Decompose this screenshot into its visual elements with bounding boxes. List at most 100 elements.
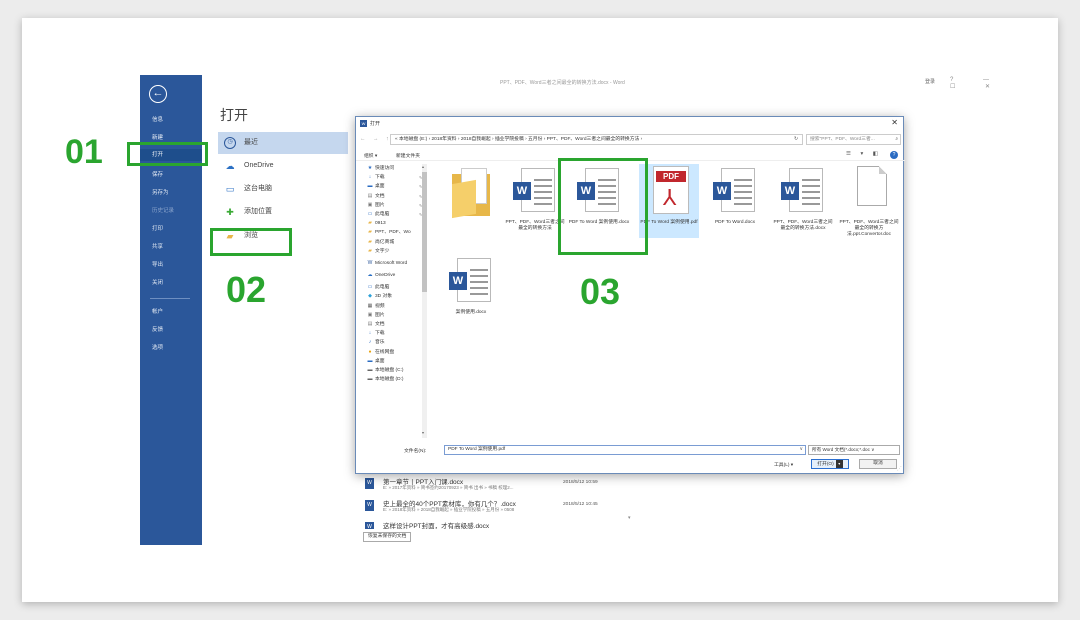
nav-pane-item[interactable]: ▰ 0913	[366, 219, 426, 228]
backstage-item-close[interactable]: 关闭	[152, 278, 163, 286]
close-icon[interactable]: ✕	[891, 118, 898, 127]
recent-doc-row[interactable]: W 第一章节丨PPT入门课.docx E: » 2017年资料 » 简书签约20…	[365, 475, 635, 497]
backstage-item-new[interactable]: 新建	[152, 133, 163, 141]
nav-pane-item[interactable]: ▣ 图片 ✎	[366, 201, 426, 210]
backstage-divider	[150, 298, 190, 299]
nav-pane-item[interactable]: ☁ OneDrive	[366, 271, 426, 280]
page-title: 打开	[220, 107, 248, 123]
location-this-pc[interactable]: ▭ 这台电脑	[218, 178, 348, 200]
search-input[interactable]: 搜索"PPT、PDF、Word三者... ⌕	[806, 134, 901, 145]
download-icon: ↓	[368, 330, 372, 337]
nav-pane-item[interactable]: ▤ 文档 ✎	[366, 192, 426, 201]
nav-pane-item[interactable]: ◆ 3D 对象	[366, 292, 426, 301]
word-doc-icon: W	[513, 164, 557, 216]
nav-pane-item[interactable]: ▰ 尚亿商城	[366, 238, 426, 247]
backstage-item-info[interactable]: 信息	[152, 115, 163, 123]
backstage-item-export[interactable]: 导出	[152, 260, 163, 268]
cloud-icon: ☁	[225, 161, 235, 171]
nav-pane-label: 桌面	[375, 184, 385, 190]
nav-pane-label: 桌面	[375, 358, 385, 364]
cancel-button[interactable]: 取消	[859, 459, 897, 469]
search-icon: ⌕	[895, 137, 898, 142]
nav-pane-scrollbar[interactable]: ▴ ▾	[422, 164, 427, 438]
nav-pane-item[interactable]: W Microsoft Word	[366, 259, 426, 268]
refresh-icon[interactable]: ↻	[794, 136, 798, 142]
window-title: PPT、PDF、Word三者之间最全的转换方法.docx - Word	[500, 80, 625, 86]
file-item[interactable]: W PPT、PDF、Word三者之间最全的转换方法	[504, 164, 566, 232]
nav-pane-item[interactable]: ● 在线网盘	[366, 348, 426, 357]
dialog-title: 打开	[370, 121, 381, 127]
nav-pane-item[interactable]: ↓ 下载	[366, 329, 426, 338]
help-icon[interactable]: ?	[890, 151, 898, 159]
open-button-label: 打开(O)	[817, 462, 834, 467]
recent-doc-date: 2018/5/12 10:59	[563, 480, 598, 485]
nav-arrows[interactable]: ← → ↑	[360, 136, 392, 142]
file-item[interactable]: W 案例使用.docx	[440, 254, 502, 316]
word-doc-icon: W	[365, 500, 374, 511]
file-item-folder[interactable]	[440, 164, 502, 220]
nav-pane-item[interactable]: ↓ 下载 ✎	[366, 173, 426, 182]
nav-pane-item[interactable]: ★ 快速访问	[366, 164, 426, 173]
nav-pane-item[interactable]: ▬ 桌面 ✎	[366, 182, 426, 191]
location-recent[interactable]: ◷ 最近	[218, 132, 348, 154]
dropdown-arrow-icon[interactable]: ▾	[835, 460, 843, 468]
word-doc-icon: W	[449, 254, 493, 306]
word-app-icon: W	[360, 120, 367, 128]
open-button[interactable]: 打开(O) ▾	[811, 459, 849, 469]
window-controls[interactable]: ? — ☐ ✕	[950, 77, 1027, 90]
nav-pane-item[interactable]: ▣ 图片	[366, 311, 426, 320]
nav-pane-item[interactable]: ▦ 视频	[366, 302, 426, 311]
download-icon: ↓	[368, 174, 372, 181]
nav-pane-item[interactable]: ▰ 文字少	[366, 247, 426, 256]
file-type-select[interactable]: 所有 Word 文档(*.docx;*.doc ∨	[808, 445, 900, 455]
dialog-title-bar: W 打开	[360, 120, 381, 128]
navigation-pane: ★ 快速访问 ↓ 下载 ✎ ▬ 桌面 ✎ ▤ 文档 ✎ ▣ 图片 ✎ ▭ 此电脑 ✎ ▰ 0913 ▰ PPT、PDF、…	[366, 164, 426, 434]
recover-unsaved-button[interactable]: 恢复未保存的文档	[363, 532, 412, 542]
nav-pane-item[interactable]: ▭ 此电脑 ✎	[366, 210, 426, 219]
sign-in-link[interactable]: 登录	[925, 78, 935, 85]
file-item[interactable]: W PDF To Word.docx	[704, 164, 766, 226]
scroll-down-icon[interactable]: ▾	[422, 430, 424, 435]
file-item[interactable]: W PPT、PDF、Word三者之间最全的转换方法.docx	[772, 164, 834, 232]
nav-pane-item[interactable]: ▬ 桌面	[366, 357, 426, 366]
nav-pane-item[interactable]: ▬ 本地磁盘 (D:)	[366, 375, 426, 384]
backstage-item-save-as[interactable]: 另存为	[152, 188, 169, 196]
organize-menu[interactable]: 组织 ▾	[364, 152, 377, 159]
recent-doc-row[interactable]: W 这样设计PPT封面，才有高级感.docx	[365, 519, 635, 529]
file-name: PPT、PDF、Word三者之间最全的转换方法.docx	[773, 220, 833, 231]
recent-doc-date: 2018/5/12 10:45	[563, 502, 598, 507]
nav-pane-item[interactable]: ▬ 本地磁盘 (C:)	[366, 366, 426, 375]
location-add-place[interactable]: ✚ 添加位置	[218, 201, 348, 223]
file-item[interactable]: PPT、PDF、Word三者之间最全的转换方法.ppt.Convertor.do…	[838, 164, 900, 238]
scroll-down-icon[interactable]: ▾	[628, 515, 631, 521]
scroll-up-icon[interactable]: ▴	[422, 164, 424, 169]
file-item-selected[interactable]: PDF ⅄ PDF To Word 案例使用.pdf	[639, 164, 699, 238]
back-arrow-icon[interactable]: ←	[149, 85, 167, 103]
backstage-item-account[interactable]: 帐户	[152, 307, 163, 315]
filename-input[interactable]: PDF To Word 案例使用.pdf ∨	[444, 445, 806, 455]
video-icon: ▦	[367, 302, 373, 309]
nav-pane-item[interactable]: ▤ 文档	[366, 320, 426, 329]
nav-pane-item[interactable]: ♪ 音乐	[366, 338, 426, 347]
backstage-item-print[interactable]: 打印	[152, 224, 163, 232]
recent-doc-row[interactable]: W 史上最全的40个PPT素材库，你有几个？.docx E: » 2018年资料…	[365, 497, 635, 519]
nav-pane-label: 视频	[375, 303, 385, 309]
backstage-item-options[interactable]: 选项	[152, 343, 163, 351]
resize-grip-icon[interactable]: ⋰	[897, 466, 902, 472]
view-controls[interactable]: ☰ ▾ ◧	[846, 151, 882, 157]
backstage-item-share[interactable]: 共享	[152, 242, 163, 250]
nav-pane-item[interactable]: ▭ 此电脑	[366, 283, 426, 292]
file-name: 案例使用.docx	[455, 310, 487, 315]
backstage-item-save[interactable]: 保存	[152, 170, 163, 178]
location-onedrive[interactable]: ☁ OneDrive	[218, 155, 348, 177]
chevron-down-icon[interactable]: ∨	[799, 446, 803, 454]
address-bar[interactable]: « 本地磁盘 (E:) › 2018年资料 › 2018自我崛起 › 插业学院投…	[390, 134, 803, 145]
scroll-thumb[interactable]	[422, 172, 427, 292]
folder-icon: ▰	[368, 247, 372, 254]
new-folder-button[interactable]: 新建文件夹	[396, 152, 420, 159]
tools-menu[interactable]: 工具(L) ▾	[774, 461, 793, 468]
annotation-step-03: 03	[580, 271, 621, 312]
backstage-item-feedback[interactable]: 反馈	[152, 325, 163, 333]
picture-icon: ▣	[367, 201, 373, 208]
nav-pane-item[interactable]: ▰ PPT、PDF、Wo	[366, 228, 426, 237]
